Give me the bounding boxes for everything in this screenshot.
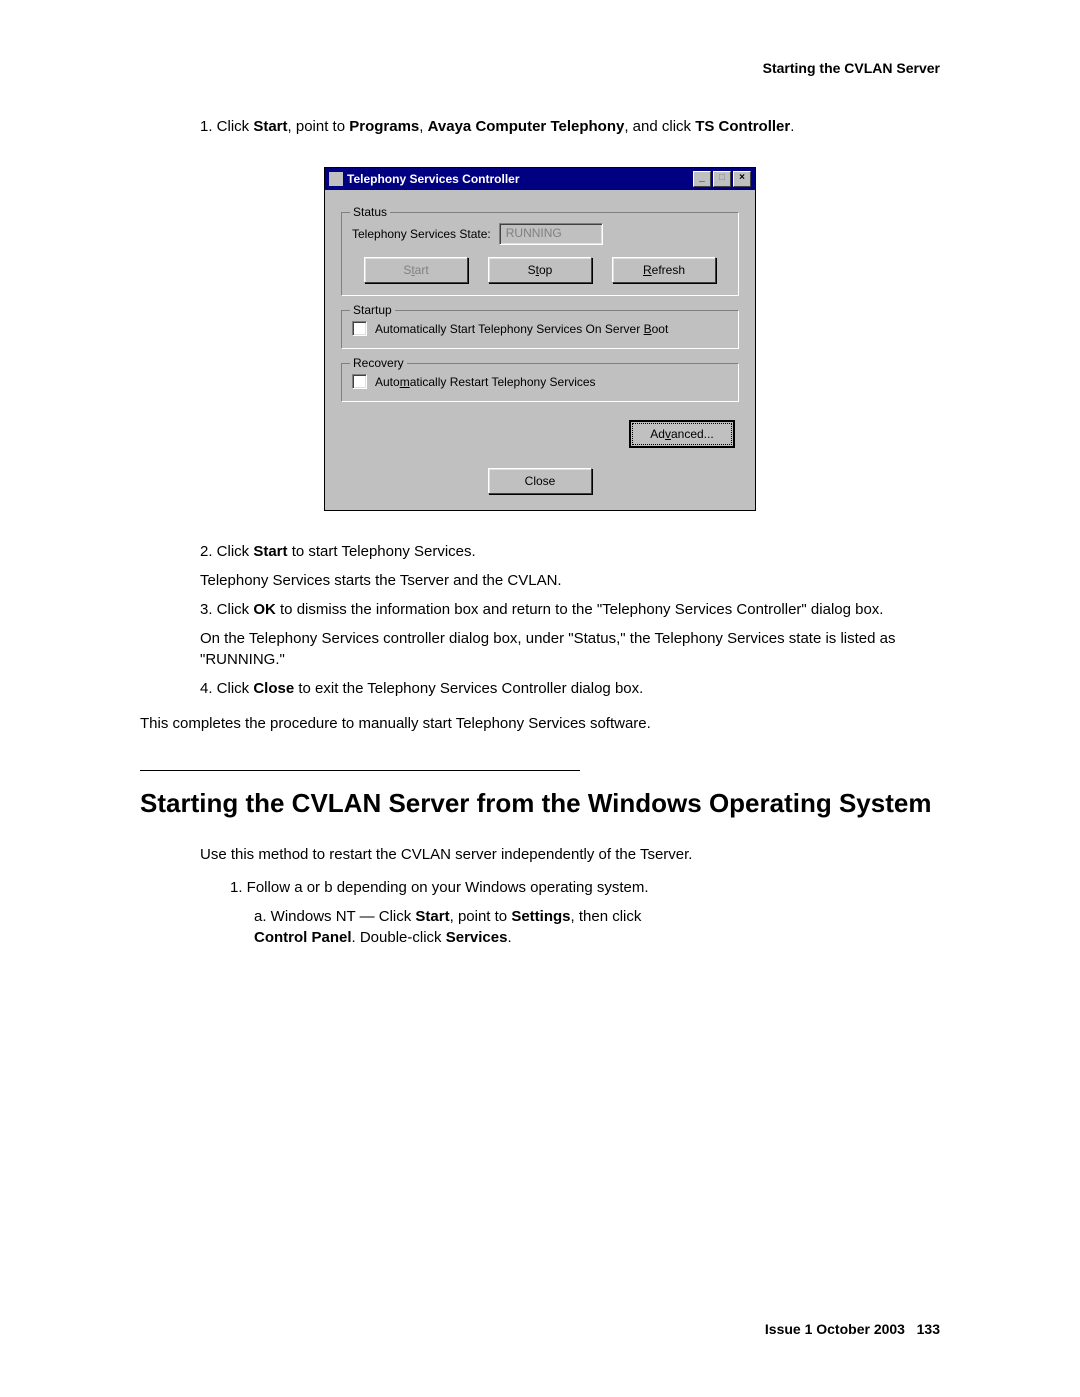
start-button: Start — [364, 257, 468, 283]
text: a. Windows NT — Click — [254, 908, 415, 925]
page-footer: Issue 1 October 2003 133 — [765, 1321, 940, 1337]
close-button[interactable]: Close — [488, 468, 592, 494]
text: S — [403, 263, 411, 277]
step-3-sub: On the Telephony Services controller dia… — [200, 628, 940, 670]
text-bold: Control Panel — [254, 929, 352, 946]
text-bold: Start — [253, 118, 287, 135]
text-bold: TS Controller — [695, 118, 790, 135]
text: 2. Click — [200, 543, 253, 560]
text: m — [400, 375, 410, 389]
text: atically Restart Telephony Services — [410, 375, 596, 389]
recovery-legend: Recovery — [350, 356, 407, 370]
text: . Double-click — [352, 929, 446, 946]
text: art — [415, 263, 429, 277]
text-bold: Close — [253, 680, 294, 697]
footer-issue: Issue 1 October 2003 — [765, 1321, 905, 1337]
auto-restart-checkbox[interactable] — [352, 374, 367, 389]
step-1: 1. Click Start, point to Programs, Avaya… — [200, 116, 940, 137]
step-2-sub: Telephony Services starts the Tserver an… — [200, 570, 940, 591]
section2-intro: Use this method to restart the CVLAN ser… — [200, 844, 940, 865]
section2-step-1: 1. Follow a or b depending on your Windo… — [230, 877, 940, 898]
close-window-button[interactable]: × — [733, 171, 751, 187]
text: Auto — [375, 375, 400, 389]
text-bold: Start — [415, 908, 449, 925]
text: B — [644, 322, 652, 336]
startup-legend: Startup — [350, 303, 395, 317]
text: Ad — [650, 427, 665, 441]
text: , then click — [571, 908, 642, 925]
refresh-button[interactable]: Refresh — [612, 257, 716, 283]
auto-start-label: Automatically Start Telephony Services O… — [375, 322, 668, 336]
text: 4. Click — [200, 680, 253, 697]
section-heading: Starting the CVLAN Server from the Windo… — [140, 787, 940, 820]
titlebar[interactable]: Telephony Services Controller _ □ × — [325, 168, 755, 190]
section2-step-1a: a. Windows NT — Click Start, point to Se… — [254, 906, 940, 948]
page-header-title: Starting the CVLAN Server — [140, 60, 940, 76]
status-legend: Status — [350, 205, 390, 219]
closing-paragraph: This completes the procedure to manually… — [140, 713, 940, 734]
auto-start-checkbox[interactable] — [352, 321, 367, 336]
text-bold: Services — [446, 929, 508, 946]
state-value-field: RUNNING — [499, 223, 603, 245]
text: to dismiss the information box and retur… — [276, 601, 884, 618]
state-label: Telephony Services State: — [352, 227, 491, 241]
text-bold: Start — [253, 543, 287, 560]
footer-page-number: 133 — [917, 1321, 940, 1337]
text-bold: Avaya Computer Telephony — [428, 118, 625, 135]
text: anced... — [671, 427, 714, 441]
maximize-button: □ — [713, 171, 731, 187]
text: R — [643, 263, 652, 277]
step-4: 4. Click Close to exit the Telephony Ser… — [200, 678, 940, 699]
telephony-services-controller-dialog: Telephony Services Controller _ □ × Stat… — [324, 167, 756, 511]
text: , point to — [450, 908, 512, 925]
text: , and click — [624, 118, 695, 135]
text: op — [539, 263, 552, 277]
text: . — [507, 929, 511, 946]
recovery-groupbox: Recovery Automatically Restart Telephony… — [341, 363, 739, 402]
text-bold: Programs — [349, 118, 419, 135]
text: to exit the Telephony Services Controlle… — [294, 680, 643, 697]
text: 3. Click — [200, 601, 253, 618]
text: . — [790, 118, 794, 135]
text: 1. Click — [200, 118, 253, 135]
text: to start Telephony Services. — [288, 543, 476, 560]
text: oot — [652, 322, 669, 336]
auto-restart-label: Automatically Restart Telephony Services — [375, 375, 596, 389]
minimize-button[interactable]: _ — [693, 171, 711, 187]
step-3: 3. Click OK to dismiss the information b… — [200, 599, 940, 670]
stop-button[interactable]: Stop — [488, 257, 592, 283]
step-2: 2. Click Start to start Telephony Servic… — [200, 541, 940, 591]
advanced-button[interactable]: Advanced... — [629, 420, 735, 448]
text-bold: OK — [253, 601, 276, 618]
startup-groupbox: Startup Automatically Start Telephony Se… — [341, 310, 739, 349]
text: , point to — [288, 118, 350, 135]
window-title: Telephony Services Controller — [347, 172, 520, 186]
text: , — [419, 118, 427, 135]
text: Automatically Start Telephony Services O… — [375, 322, 644, 336]
screenshot-figure: Telephony Services Controller _ □ × Stat… — [140, 167, 940, 511]
text-bold: Settings — [511, 908, 570, 925]
section-divider — [140, 770, 580, 771]
text: S — [528, 263, 536, 277]
text: efresh — [652, 263, 685, 277]
app-icon — [329, 172, 343, 186]
status-groupbox: Status Telephony Services State: RUNNING… — [341, 212, 739, 296]
